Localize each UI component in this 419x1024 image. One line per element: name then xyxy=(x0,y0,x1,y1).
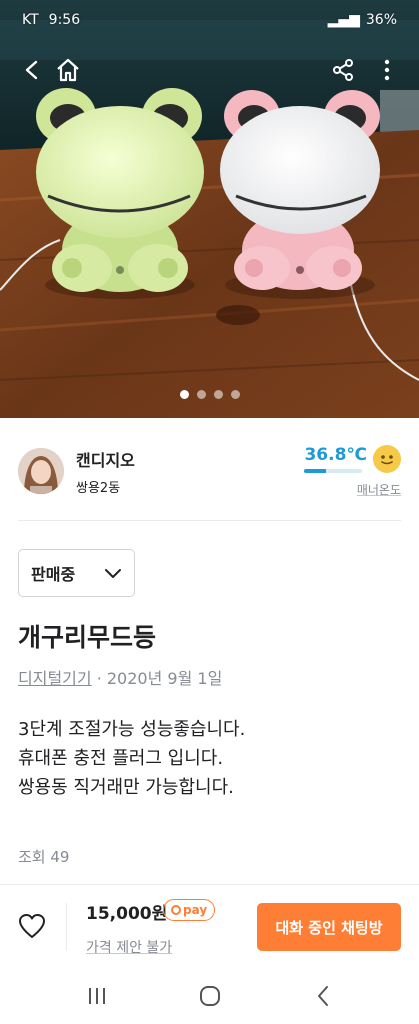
home-button-icon[interactable] xyxy=(190,976,230,1016)
price: 15,000원 xyxy=(86,904,168,924)
smile-face-icon xyxy=(373,444,401,473)
signal-icon: ▂▄▆ xyxy=(327,12,360,28)
seller-name: 캔디지오 xyxy=(76,450,135,470)
home-icon[interactable] xyxy=(50,52,86,88)
temperature-bar xyxy=(304,468,363,473)
page-dot[interactable] xyxy=(213,390,223,399)
post-meta: 디지털기기 · 2020년 9월 1일 xyxy=(18,665,222,689)
post-date: 2020년 9월 1일 xyxy=(106,669,223,688)
temperature-value: 36.8℃ xyxy=(304,444,367,465)
price-offer-note: 가격 제안 불가 xyxy=(86,940,173,956)
pay-coin-icon xyxy=(171,905,181,915)
manner-temperature-label[interactable]: 매너온도 xyxy=(357,481,401,498)
divider xyxy=(66,903,67,951)
pay-badge-label: pay xyxy=(183,903,208,917)
chevron-down-icon xyxy=(105,569,121,578)
more-options-icon[interactable] xyxy=(369,52,405,88)
seller-region: 쌍용2동 xyxy=(76,480,121,496)
recent-apps-icon[interactable] xyxy=(77,976,117,1016)
product-photo[interactable]: KT 9:56 ▂▄▆ 36% xyxy=(0,0,419,418)
manner-temperature[interactable]: 36.8℃ 매너온도 xyxy=(304,444,401,498)
avatar[interactable] xyxy=(18,448,64,494)
share-icon[interactable] xyxy=(325,52,361,88)
seller-profile[interactable]: 캔디지오 쌍용2동 36.8℃ 매너온도 xyxy=(18,440,401,502)
sale-status-value: 판매중 xyxy=(31,565,76,584)
category-link[interactable]: 디지털기기 xyxy=(18,669,92,688)
bottom-action-bar: 15,000원 pay 가격 제안 불가 대화 중인 채팅방 xyxy=(0,884,419,968)
page-dot[interactable] xyxy=(196,390,206,399)
clock: 9:56 xyxy=(48,12,81,28)
back-button-icon[interactable] xyxy=(303,976,343,1016)
post-description: 3단계 조절가능 성능좋습니다. 휴대폰 충전 플러그 입니다. 쌍용동 직거래… xyxy=(18,719,246,798)
meta-separator: · xyxy=(91,669,107,688)
carrier-label: KT xyxy=(22,12,39,28)
status-bar: KT 9:56 ▂▄▆ 36% xyxy=(0,0,419,40)
system-navigation-bar xyxy=(0,968,419,1024)
sale-status-dropdown[interactable]: 판매중 xyxy=(18,549,135,597)
green-frog-lamp xyxy=(36,88,204,299)
photo-pagination xyxy=(0,390,419,402)
heart-icon[interactable] xyxy=(18,913,48,941)
pink-frog-lamp xyxy=(220,90,380,299)
back-icon[interactable] xyxy=(14,52,50,88)
view-count: 조회 49 xyxy=(18,848,70,866)
page-dot[interactable] xyxy=(230,390,240,399)
top-navigation xyxy=(0,48,419,92)
pay-badge: pay xyxy=(163,899,216,921)
battery-level: 36% xyxy=(365,12,397,28)
chat-rooms-button[interactable]: 대화 중인 채팅방 xyxy=(257,903,401,951)
post-title: 개구리무드등 xyxy=(18,623,157,652)
divider xyxy=(18,520,401,521)
page-dot[interactable] xyxy=(179,390,189,399)
